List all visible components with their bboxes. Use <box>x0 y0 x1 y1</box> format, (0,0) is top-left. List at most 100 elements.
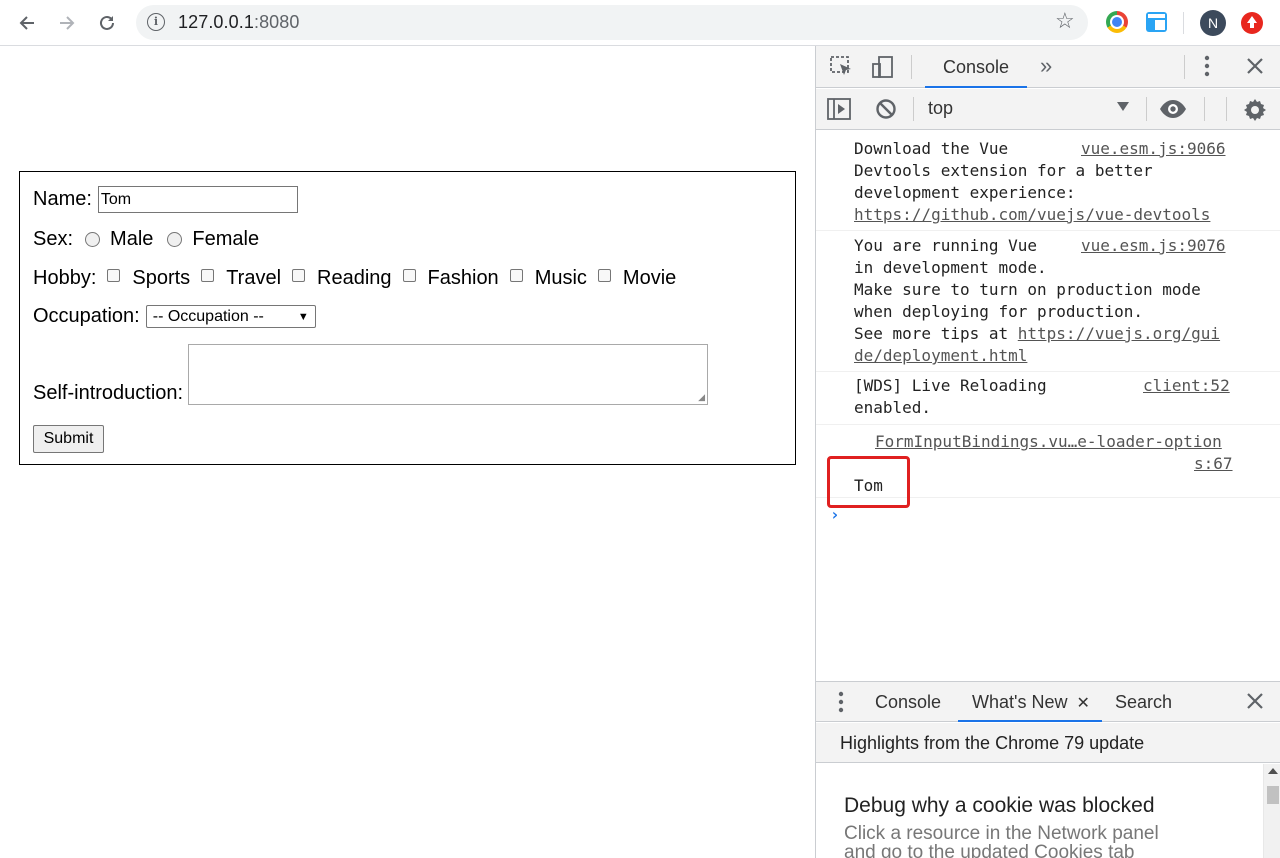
deployment-guide-link[interactable]: https://vuejs.org/gui <box>1018 324 1220 343</box>
forward-arrow-icon[interactable] <box>52 8 82 38</box>
message-source-link[interactable]: vue.esm.js:9076 <box>1081 236 1226 255</box>
reload-icon[interactable] <box>92 8 122 38</box>
resize-grip-icon[interactable]: ◢ <box>698 392 705 403</box>
highlight-annotation <box>827 456 910 508</box>
scroll-up-arrow-icon[interactable] <box>1268 768 1278 774</box>
hobby-row: Hobby: Sports Travel Reading Fashion Mus… <box>33 267 676 290</box>
female-radio[interactable] <box>167 232 183 247</box>
bookmark-star-icon[interactable]: ☆ <box>1055 8 1075 34</box>
whats-new-desc-line: and go to the updated Cookies tab <box>844 842 1135 858</box>
tab-console[interactable]: Console <box>925 46 1027 88</box>
tabbar-divider-right <box>1184 55 1185 79</box>
message-text-prefix: See more tips at <box>854 324 1018 343</box>
message-text: See more tips at https://vuejs.org/gui <box>854 324 1220 343</box>
console-message: Download the Vue vue.esm.js:9066 Devtool… <box>816 131 1280 231</box>
occupation-select[interactable]: -- Occupation -- ▼ <box>145 305 316 328</box>
devtools-panel: Console » top Download the Vue vue.esm.j… <box>815 46 1280 858</box>
male-radio[interactable] <box>85 232 101 247</box>
message-text: Download the Vue <box>854 139 1009 158</box>
message-text: when deploying for production. <box>854 302 1143 321</box>
hobby-checkbox-music[interactable] <box>509 269 523 282</box>
console-messages: Download the Vue vue.esm.js:9066 Devtool… <box>816 131 1280 681</box>
whats-new-item-description: Click a resource in the Network panel an… <box>844 824 1159 858</box>
message-text: development experience: <box>854 183 1076 202</box>
occupation-row: Occupation: -- Occupation -- ▼ <box>33 305 316 328</box>
device-toolbar-icon[interactable] <box>871 55 895 85</box>
profile-avatar[interactable]: N <box>1200 10 1226 36</box>
console-toolbar: top <box>816 89 1280 130</box>
browser-toolbar: i 127.0.0.1:8080 ☆ N <box>0 0 1280 46</box>
deployment-guide-link-cont[interactable]: de/deployment.html <box>854 346 1027 365</box>
scroll-thumb[interactable] <box>1267 786 1279 804</box>
sex-row: Sex: Male Female <box>33 228 259 251</box>
hobby-checkbox-reading[interactable] <box>292 269 306 282</box>
message-source-link[interactable]: FormInputBindings.vu…e-loader-option <box>875 432 1222 451</box>
console-prompt[interactable]: › <box>830 505 840 524</box>
close-drawer-icon[interactable] <box>1246 692 1264 716</box>
close-tab-icon[interactable]: ✕ <box>1076 695 1089 712</box>
message-text: Make sure to turn on production mode <box>854 280 1201 299</box>
clear-console-icon[interactable] <box>875 98 897 126</box>
page-viewport: Name: Sex: Male Female Hobby: Sports Tra… <box>0 47 815 858</box>
inspect-element-icon[interactable] <box>830 56 854 84</box>
live-expression-eye-icon[interactable] <box>1159 99 1187 125</box>
name-input[interactable] <box>97 186 298 213</box>
whats-new-item-title[interactable]: Debug why a cookie was blocked <box>844 794 1155 818</box>
female-label: Female <box>192 228 260 250</box>
hobby-checkbox-fashion[interactable] <box>402 269 416 282</box>
hobby-label-reading: Reading <box>317 267 392 289</box>
submit-button[interactable]: Submit <box>33 425 104 453</box>
hobby-checkbox-travel[interactable] <box>201 269 215 282</box>
message-source-link[interactable]: vue.esm.js:9066 <box>1081 139 1226 158</box>
drawer-tab-search[interactable]: Search <box>1115 682 1172 722</box>
hobby-checkbox-sports[interactable] <box>107 269 121 282</box>
name-row: Name: <box>33 186 298 213</box>
male-label: Male <box>110 228 154 250</box>
intro-textarea[interactable]: ◢ <box>188 344 709 405</box>
drawer-scrollbar[interactable] <box>1263 764 1280 858</box>
hobby-label: Hobby: <box>33 267 97 289</box>
show-sidebar-icon[interactable] <box>827 98 851 126</box>
hobby-checkbox-movie[interactable] <box>597 269 611 282</box>
occupation-label: Occupation: <box>33 305 140 327</box>
context-dropdown-arrow-icon[interactable] <box>1117 102 1129 111</box>
message-text: enabled. <box>854 398 932 417</box>
address-bar[interactable]: i 127.0.0.1:8080 <box>136 5 1088 40</box>
sex-label: Sex: <box>33 228 74 250</box>
hobby-label-fashion: Fashion <box>427 267 499 289</box>
kebab-menu-icon[interactable] <box>1204 54 1210 84</box>
toolbar-divider-3 <box>1204 97 1205 121</box>
toolbar-divider-1 <box>913 97 914 121</box>
drawer-tabbar: Console What's New ✕ Search <box>816 681 1280 722</box>
form-container: Name: Sex: Male Female Hobby: Sports Tra… <box>19 171 796 465</box>
tabbar-divider <box>911 55 912 79</box>
devtools-tabbar: Console » <box>816 46 1280 88</box>
chrome-extension-icon[interactable] <box>1106 11 1128 33</box>
occupation-selected-value: -- Occupation -- <box>152 307 264 325</box>
site-info-icon[interactable]: i <box>147 13 165 31</box>
drawer-menu-icon[interactable] <box>838 690 844 720</box>
url-text: 127.0.0.1:8080 <box>178 12 300 32</box>
whats-new-desc-line: Click a resource in the Network panel <box>844 823 1159 844</box>
back-arrow-icon[interactable] <box>12 8 42 38</box>
message-source-link[interactable]: client:52 <box>1143 376 1230 395</box>
hobby-label-sports: Sports <box>132 267 191 289</box>
message-text: [WDS] Live Reloading <box>854 376 1047 395</box>
console-message: [WDS] Live Reloading client:52 enabled. <box>816 372 1280 425</box>
console-settings-gear-icon[interactable] <box>1243 98 1267 128</box>
intro-row: Self-introduction: ◢ <box>33 344 709 405</box>
devtools-url-link[interactable]: https://github.com/vuejs/vue-devtools <box>854 205 1210 224</box>
update-extension-icon[interactable] <box>1241 12 1263 34</box>
drawer-tab-whats-new-label: What's New <box>972 692 1068 712</box>
context-selector[interactable]: top <box>928 98 953 119</box>
message-source-link-cont[interactable]: s:67 <box>1194 454 1233 473</box>
more-tabs-icon[interactable]: » <box>1040 53 1052 79</box>
window-extension-icon[interactable] <box>1146 12 1167 32</box>
console-message: You are running Vue vue.esm.js:9076 in d… <box>816 231 1280 372</box>
hobby-label-music: Music <box>534 267 587 289</box>
drawer-tab-whats-new[interactable]: What's New ✕ <box>958 682 1102 722</box>
drawer-tab-console[interactable]: Console <box>875 682 941 722</box>
select-arrow-icon: ▼ <box>297 310 309 323</box>
close-devtools-icon[interactable] <box>1246 57 1264 81</box>
whats-new-content: Debug why a cookie was blocked Click a r… <box>816 764 1280 858</box>
